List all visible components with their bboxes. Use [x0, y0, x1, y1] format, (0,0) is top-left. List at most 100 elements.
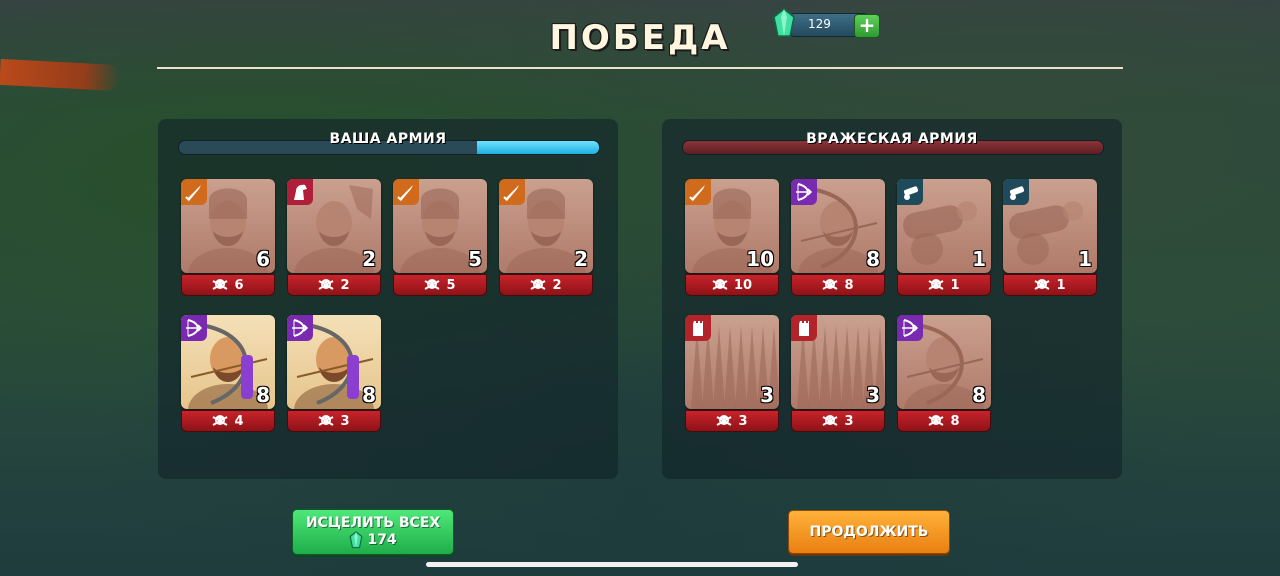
unit-count: 8 [256, 383, 270, 407]
your-army-unit-card[interactable]: 2 2 [287, 179, 381, 297]
home-indicator[interactable] [426, 562, 798, 567]
your-army-unit-card[interactable]: 5 5 [393, 179, 487, 297]
heal-cost: 174 [349, 531, 397, 549]
enemy-army-panel: ВРАЖЕСКАЯ АРМИЯ 10 10 8 8 1 1 1 1 3 3 3 … [662, 119, 1122, 479]
unit-count: 8 [866, 247, 880, 271]
unit-portrait: 10 [685, 179, 779, 273]
gem-count: 129 [808, 17, 831, 31]
enemy-army-unit-card[interactable]: 1 1 [897, 179, 991, 297]
unit-losses-value: 8 [950, 413, 960, 429]
unit-losses-value: 2 [552, 277, 562, 293]
cannon-icon [1009, 186, 1025, 200]
skull-icon [424, 279, 440, 290]
unit-count: 3 [760, 383, 774, 407]
unit-count: 8 [972, 383, 986, 407]
unit-losses-value: 2 [340, 277, 350, 293]
skull-icon [318, 415, 334, 426]
skull-icon [212, 415, 228, 426]
bow-icon [902, 319, 919, 337]
your-army-unit-card[interactable]: 2 2 [499, 179, 593, 297]
sword-icon [397, 185, 413, 201]
horse-icon [294, 184, 307, 200]
enemy-army-unit-card[interactable]: 3 3 [791, 315, 885, 433]
enemy-army-unit-card[interactable]: 8 8 [897, 315, 991, 433]
tower-icon [693, 321, 703, 336]
gem-icon [349, 531, 363, 549]
unit-portrait: 2 [287, 179, 381, 273]
unit-losses: 2 [287, 274, 381, 296]
unit-losses: 4 [181, 410, 275, 432]
heal-all-label: ИСЦЕЛИТЬ ВСЕХ [305, 515, 441, 531]
unit-portrait: 8 [287, 315, 381, 409]
unit-class-badge [791, 179, 817, 205]
unit-losses: 1 [897, 274, 991, 296]
your-army-panel: ВАША АРМИЯ 6 6 2 2 5 5 2 2 8 4 8 3 [158, 119, 618, 479]
enemy-army-unit-card[interactable]: 3 3 [685, 315, 779, 433]
background-lava [0, 58, 121, 92]
unit-portrait: 2 [499, 179, 593, 273]
unit-class-badge [685, 315, 711, 341]
unit-losses-value: 1 [1056, 277, 1066, 293]
unit-portrait: 1 [897, 179, 991, 273]
enemy-army-unit-card[interactable]: 1 1 [1003, 179, 1097, 297]
unit-losses-value: 6 [234, 277, 244, 293]
title-divider [157, 67, 1123, 69]
unit-portrait: 5 [393, 179, 487, 273]
skull-icon [712, 279, 728, 290]
enemy-army-unit-card[interactable]: 8 8 [791, 179, 885, 297]
unit-portrait: 8 [791, 179, 885, 273]
sword-icon [503, 185, 519, 201]
heal-cost-value: 174 [367, 532, 397, 548]
heal-all-button[interactable]: ИСЦЕЛИТЬ ВСЕХ 174 [292, 509, 454, 555]
your-army-unit-card[interactable]: 8 4 [181, 315, 275, 433]
continue-button[interactable]: ПРОДОЛЖИТЬ [788, 510, 950, 554]
unit-losses: 3 [685, 410, 779, 432]
unit-count: 1 [1078, 247, 1092, 271]
gem-icon [773, 8, 795, 37]
tower-icon [799, 321, 809, 336]
unit-losses-value: 5 [446, 277, 456, 293]
unit-portrait: 3 [685, 315, 779, 409]
unit-count: 6 [256, 247, 270, 271]
bow-icon [292, 319, 309, 337]
enemy-army-unit-card[interactable]: 10 10 [685, 179, 779, 297]
unit-count: 2 [574, 247, 588, 271]
unit-class-badge [791, 315, 817, 341]
unit-losses-value: 3 [738, 413, 748, 429]
unit-class-badge [287, 315, 313, 341]
victory-title: ПОБЕДА [549, 18, 731, 58]
unit-class-badge [287, 179, 313, 205]
skull-icon [928, 279, 944, 290]
enemy-army-title: ВРАЖЕСКАЯ АРМИЯ [806, 131, 978, 147]
unit-losses: 5 [393, 274, 487, 296]
add-gems-button[interactable]: + [854, 14, 880, 38]
sword-icon [689, 185, 705, 201]
skull-icon [928, 415, 944, 426]
skull-icon [1034, 279, 1050, 290]
skull-icon [716, 415, 732, 426]
your-army-unit-card[interactable]: 6 6 [181, 179, 275, 297]
sword-icon [185, 185, 201, 201]
unit-portrait: 3 [791, 315, 885, 409]
unit-portrait: 6 [181, 179, 275, 273]
unit-losses-value: 1 [950, 277, 960, 293]
unit-class-badge [685, 179, 711, 205]
unit-class-badge [897, 179, 923, 205]
unit-count: 3 [866, 383, 880, 407]
unit-count: 1 [972, 247, 986, 271]
unit-losses-value: 3 [844, 413, 854, 429]
unit-count: 5 [468, 247, 482, 271]
unit-losses: 3 [791, 410, 885, 432]
unit-losses-value: 4 [234, 413, 244, 429]
skull-icon [530, 279, 546, 290]
your-army-title: ВАША АРМИЯ [329, 131, 447, 147]
your-army-unit-card[interactable]: 8 3 [287, 315, 381, 433]
unit-losses: 2 [499, 274, 593, 296]
bow-icon [186, 319, 203, 337]
bow-icon [796, 183, 813, 201]
unit-portrait: 8 [181, 315, 275, 409]
unit-class-badge [393, 179, 419, 205]
unit-losses-value: 10 [733, 277, 753, 293]
skull-icon [822, 415, 838, 426]
cannon-icon [903, 186, 919, 200]
